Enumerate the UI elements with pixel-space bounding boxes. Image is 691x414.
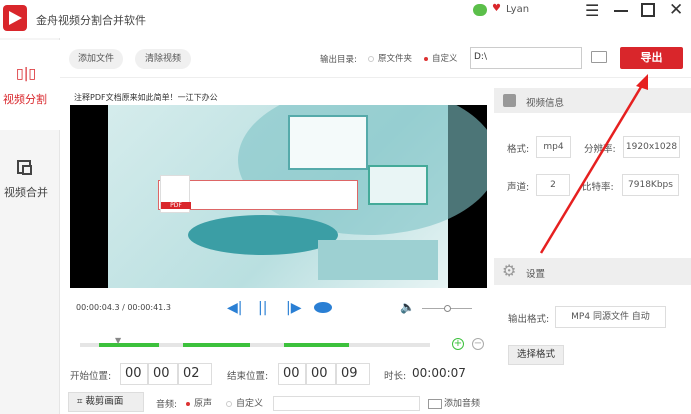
annotation-arrow [539, 74, 648, 254]
